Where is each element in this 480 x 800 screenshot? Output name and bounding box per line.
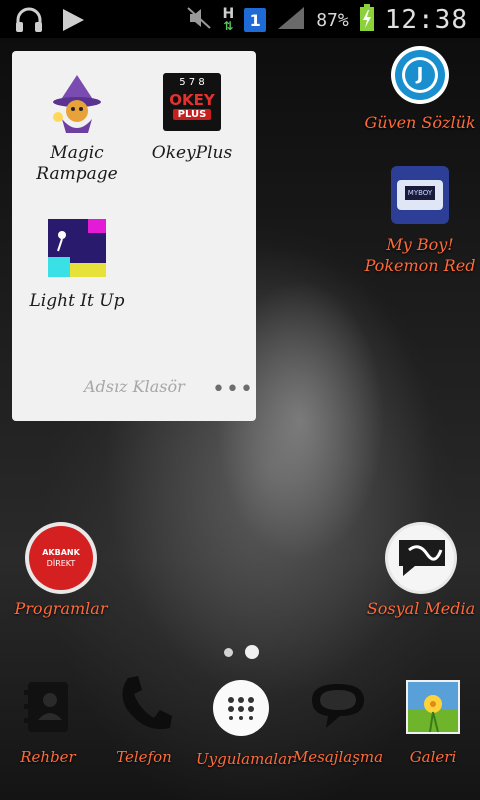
page-indicator-dot-active[interactable] bbox=[245, 645, 259, 659]
status-bar: H ⇅ 1 87% 12:38 bbox=[0, 0, 480, 38]
mute-icon bbox=[186, 5, 212, 35]
app-light-it-up[interactable]: Light It Up bbox=[24, 219, 130, 312]
light-it-up-icon bbox=[48, 219, 106, 277]
okeyplus-icon: 5 7 8 OKEY PLUS bbox=[163, 73, 221, 131]
folder-sosyal-media[interactable]: Sosyal Media bbox=[362, 522, 480, 619]
app-label: My Boy! bbox=[386, 235, 454, 254]
dock-label: Mesajlaşma bbox=[292, 748, 384, 766]
folder-programlar[interactable]: AKBANK DİREKT Programlar bbox=[6, 522, 116, 619]
dock-telefon[interactable]: Telefon bbox=[104, 672, 184, 766]
akbank-direkt-icon: AKBANK DİREKT bbox=[25, 522, 97, 594]
app-label: Magic Rampage bbox=[36, 143, 118, 184]
app-guven-sozluk[interactable]: J Güven Sözlük bbox=[362, 46, 478, 133]
signal-strength-icon bbox=[276, 5, 306, 35]
direkt-text: DİREKT bbox=[46, 559, 76, 568]
app-folder-popup: Magic Rampage 5 7 8 OKEY PLUS OkeyPlus L… bbox=[12, 51, 256, 421]
app-magic-rampage[interactable]: Magic Rampage bbox=[34, 73, 120, 185]
gallery-icon bbox=[406, 680, 460, 734]
my-boy-icon: MYBOY bbox=[391, 166, 449, 224]
guven-sozluk-icon: J bbox=[391, 46, 449, 104]
play-icon bbox=[60, 7, 86, 37]
battery-percent: 87% bbox=[316, 9, 349, 31]
folder-label: Programlar bbox=[14, 599, 108, 618]
dock-label: Telefon bbox=[116, 748, 172, 766]
network-type-indicator: H ⇅ bbox=[222, 6, 235, 33]
app-label-line2: Pokemon Red bbox=[364, 256, 476, 275]
folder-name-field[interactable]: Adsız Klasör bbox=[84, 377, 185, 396]
okey-cards-text: 5 7 8 bbox=[179, 77, 205, 88]
okey-plus-text: PLUS bbox=[173, 109, 211, 120]
dock-label: Uygulamalar bbox=[196, 750, 295, 768]
clock: 12:38 bbox=[384, 5, 468, 35]
folder-more-options-icon[interactable]: ••• bbox=[212, 377, 254, 402]
dock-mesajlasma[interactable]: Mesajlaşma bbox=[292, 676, 384, 766]
folder-label: Sosyal Media bbox=[366, 599, 476, 618]
app-label: Light It Up bbox=[29, 291, 125, 311]
app-my-boy[interactable]: MYBOY My Boy! Pokemon Red bbox=[362, 166, 478, 276]
page-indicator-dot[interactable] bbox=[224, 648, 233, 657]
social-media-folder-icon bbox=[385, 522, 457, 594]
akbank-text: AKBANK bbox=[42, 548, 80, 557]
sim-slot-badge: 1 bbox=[244, 8, 267, 32]
dock-label: Galeri bbox=[409, 748, 457, 766]
dock-label: Rehber bbox=[20, 748, 76, 766]
battery-charging-icon bbox=[359, 4, 375, 36]
messaging-icon bbox=[306, 676, 370, 736]
headphones-icon bbox=[14, 6, 44, 38]
dock-uygulamalar[interactable]: Uygulamalar bbox=[196, 680, 295, 768]
okey-title-text: OKEY bbox=[169, 91, 215, 109]
contacts-icon bbox=[18, 676, 78, 736]
my-boy-screen-text: MYBOY bbox=[405, 186, 435, 200]
app-label: OkeyPlus bbox=[151, 143, 233, 163]
apps-drawer-icon bbox=[213, 680, 269, 736]
dock-rehber[interactable]: Rehber bbox=[8, 676, 88, 766]
dock-galeri[interactable]: Galeri bbox=[394, 680, 472, 766]
app-label: Güven Sözlük bbox=[364, 113, 476, 132]
magic-rampage-icon bbox=[48, 73, 106, 133]
phone-icon bbox=[114, 672, 174, 736]
app-okeyplus[interactable]: 5 7 8 OKEY PLUS OkeyPlus bbox=[148, 73, 236, 164]
